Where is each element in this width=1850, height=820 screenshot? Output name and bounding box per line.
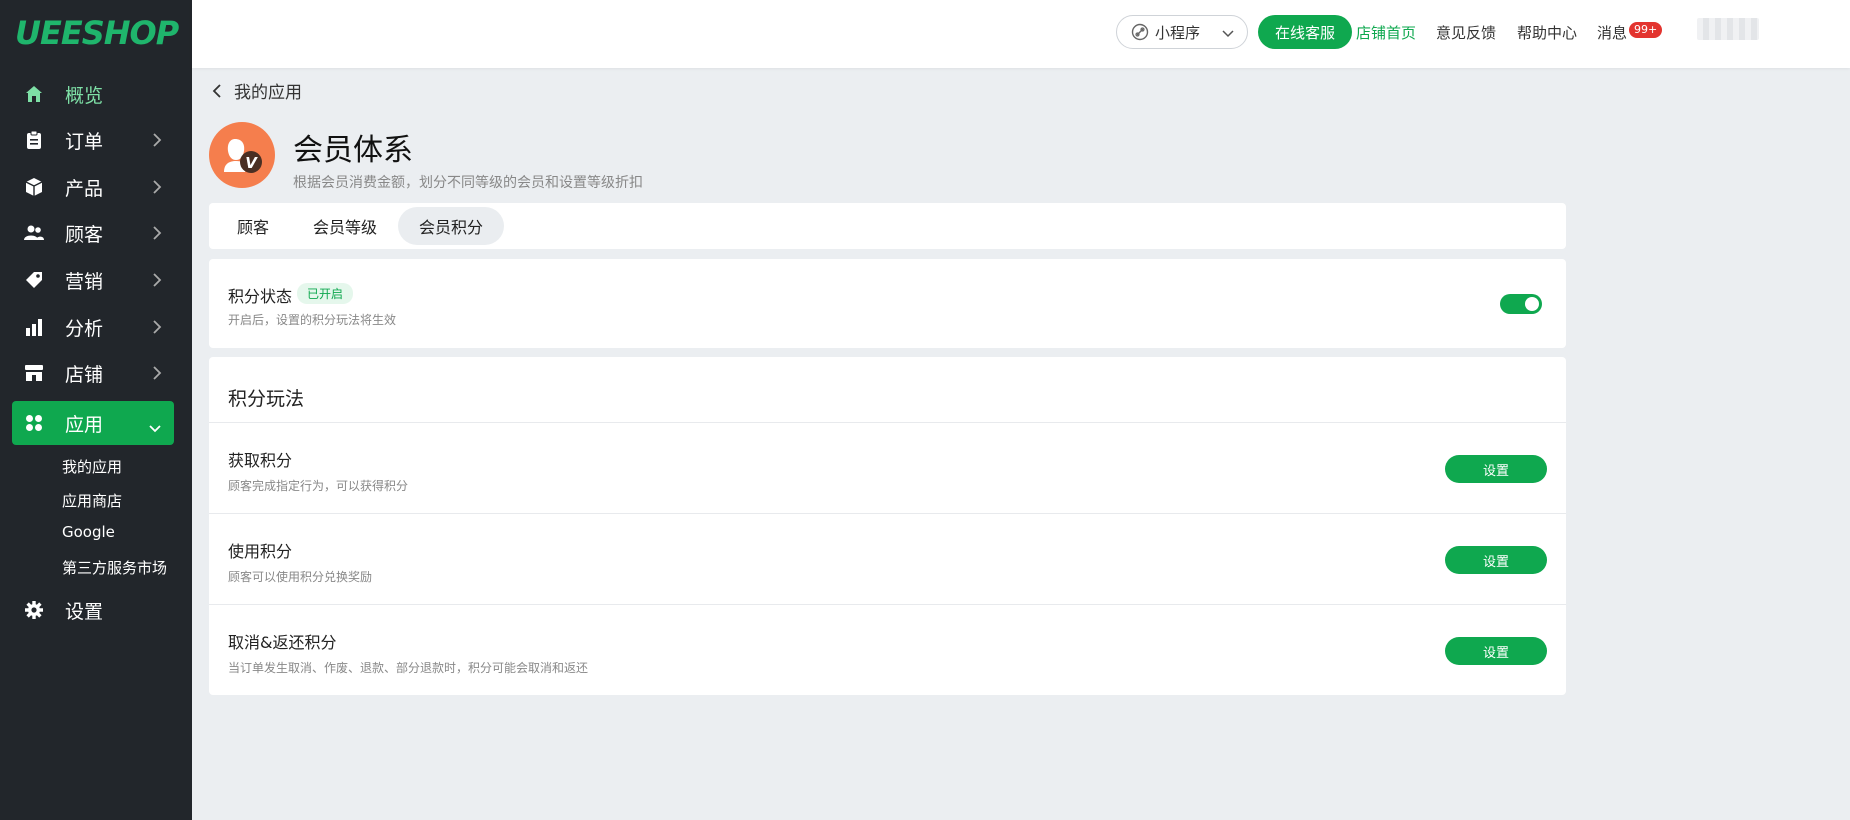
points-status-description: 开启后，设置的积分玩法将生效 <box>228 313 397 327</box>
member-app-icon: V <box>209 122 275 188</box>
box-icon <box>23 176 45 198</box>
back-link-label: 我的应用 <box>234 83 302 103</box>
sidebar-subitem-third-party[interactable]: 第三方服务市场 <box>62 557 167 578</box>
online-service-button[interactable]: 在线客服 <box>1258 15 1352 49</box>
svg-text:V: V <box>245 154 258 172</box>
use-points-settings-button[interactable]: 设置 <box>1445 546 1547 574</box>
toggle-knob <box>1525 297 1539 311</box>
chevron-right-icon <box>152 364 162 386</box>
store-home-link[interactable]: 店铺首页 <box>1356 22 1416 43</box>
sidebar-subitem-my-apps[interactable]: 我的应用 <box>62 456 122 477</box>
sidebar-item-apps[interactable]: 应用 <box>12 401 174 445</box>
chevron-down-icon <box>1221 26 1235 44</box>
list-item: 使用积分 顾客可以使用积分兑换奖励 设置 <box>209 513 1566 603</box>
help-center-link[interactable]: 帮助中心 <box>1517 22 1577 43</box>
cancel-return-points-title: 取消&返还积分 <box>228 633 337 652</box>
sidebar-item-label: 产品 <box>65 177 104 200</box>
list-item: 获取积分 顾客完成指定行为，可以获得积分 设置 <box>209 422 1566 512</box>
sidebar-item-label: 顾客 <box>65 223 104 246</box>
points-play-title: 积分玩法 <box>228 388 305 410</box>
chevron-right-icon <box>152 224 162 246</box>
apps-icon <box>23 412 45 434</box>
brand-logo[interactable]: UEESHOP <box>15 14 179 52</box>
cancel-return-points-description: 当订单发生取消、作废、退款、部分退款时，积分可能会取消和返还 <box>228 661 589 675</box>
sidebar-item-customers[interactable]: 顾客 <box>12 211 174 255</box>
sidebar-item-label: 店铺 <box>65 363 104 386</box>
points-play-card: 积分玩法 获取积分 顾客完成指定行为，可以获得积分 设置 使用积分 顾客可以使用… <box>209 357 1566 695</box>
sidebar-item-label: 订单 <box>65 130 104 153</box>
chevron-right-icon <box>152 271 162 293</box>
feedback-link[interactable]: 意见反馈 <box>1436 22 1496 43</box>
sidebar-item-settings[interactable]: 设置 <box>12 588 174 632</box>
mini-program-select[interactable]: 小程序 <box>1116 15 1248 49</box>
sidebar-item-label: 分析 <box>65 317 104 340</box>
use-points-description: 顾客可以使用积分兑换奖励 <box>228 570 373 584</box>
messages-link[interactable]: 消息 <box>1597 22 1627 43</box>
points-status-title: 积分状态 <box>228 287 293 306</box>
points-status-toggle[interactable] <box>1500 294 1542 314</box>
cancel-return-points-settings-button[interactable]: 设置 <box>1445 637 1547 665</box>
sidebar-item-products[interactable]: 产品 <box>12 165 174 209</box>
sidebar-item-label: 设置 <box>65 600 104 623</box>
sidebar-item-orders[interactable]: 订单 <box>12 118 174 162</box>
sidebar-item-label: 应用 <box>65 413 104 436</box>
sidebar-item-analytics[interactable]: 分析 <box>12 305 174 349</box>
sidebar-item-marketing[interactable]: 营销 <box>12 258 174 302</box>
store-icon <box>23 362 45 384</box>
clipboard-icon <box>23 129 45 151</box>
use-points-title: 使用积分 <box>228 542 293 561</box>
message-count-badge: 99+ <box>1629 22 1663 38</box>
mini-program-label: 小程序 <box>1155 23 1201 42</box>
tab-bar: 顾客 会员等级 会员积分 <box>209 203 1566 249</box>
chevron-left-icon <box>212 83 222 99</box>
user-account-area[interactable] <box>1697 18 1759 40</box>
earn-points-description: 顾客完成指定行为，可以获得积分 <box>228 479 409 493</box>
top-bar: 小程序 在线客服 店铺首页 意见反馈 帮助中心 消息 99+ <box>192 0 1850 68</box>
sidebar-item-store[interactable]: 店铺 <box>12 351 174 395</box>
back-link[interactable]: 我的应用 <box>212 78 302 103</box>
tag-icon <box>23 269 45 291</box>
chevron-right-icon <box>152 178 162 200</box>
link-icon <box>1131 23 1149 41</box>
home-icon <box>23 83 45 105</box>
page-title: 会员体系 <box>293 133 413 168</box>
earn-points-title: 获取积分 <box>228 451 293 470</box>
chevron-down-icon <box>148 417 162 439</box>
points-status-card: 积分状态 已开启 开启后，设置的积分玩法将生效 <box>209 259 1566 348</box>
chevron-right-icon <box>152 131 162 153</box>
sidebar-item-label: 概览 <box>65 84 104 107</box>
sidebar-item-label: 营销 <box>65 270 104 293</box>
gear-icon <box>23 599 45 621</box>
page-description: 根据会员消费金额，划分不同等级的会员和设置等级折扣 <box>293 175 643 191</box>
status-badge: 已开启 <box>297 283 354 304</box>
bar-chart-icon <box>23 316 45 338</box>
tab-member-levels[interactable]: 会员等级 <box>301 207 389 245</box>
list-item: 取消&返还积分 当订单发生取消、作废、退款、部分退款时，积分可能会取消和返还 设… <box>209 604 1566 694</box>
tab-customers[interactable]: 顾客 <box>221 207 285 245</box>
tab-member-points[interactable]: 会员积分 <box>398 207 504 245</box>
users-icon <box>23 222 45 244</box>
chevron-right-icon <box>152 318 162 340</box>
sidebar-subitem-app-store[interactable]: 应用商店 <box>62 490 122 511</box>
earn-points-settings-button[interactable]: 设置 <box>1445 455 1547 483</box>
sidebar-subitem-google[interactable]: Google <box>62 523 115 541</box>
sidebar-item-overview[interactable]: 概览 <box>12 72 174 116</box>
sidebar: UEESHOP 概览 订单 产品 顾客 营销 分析 店铺 应用 我的应用 应用商… <box>0 0 192 820</box>
